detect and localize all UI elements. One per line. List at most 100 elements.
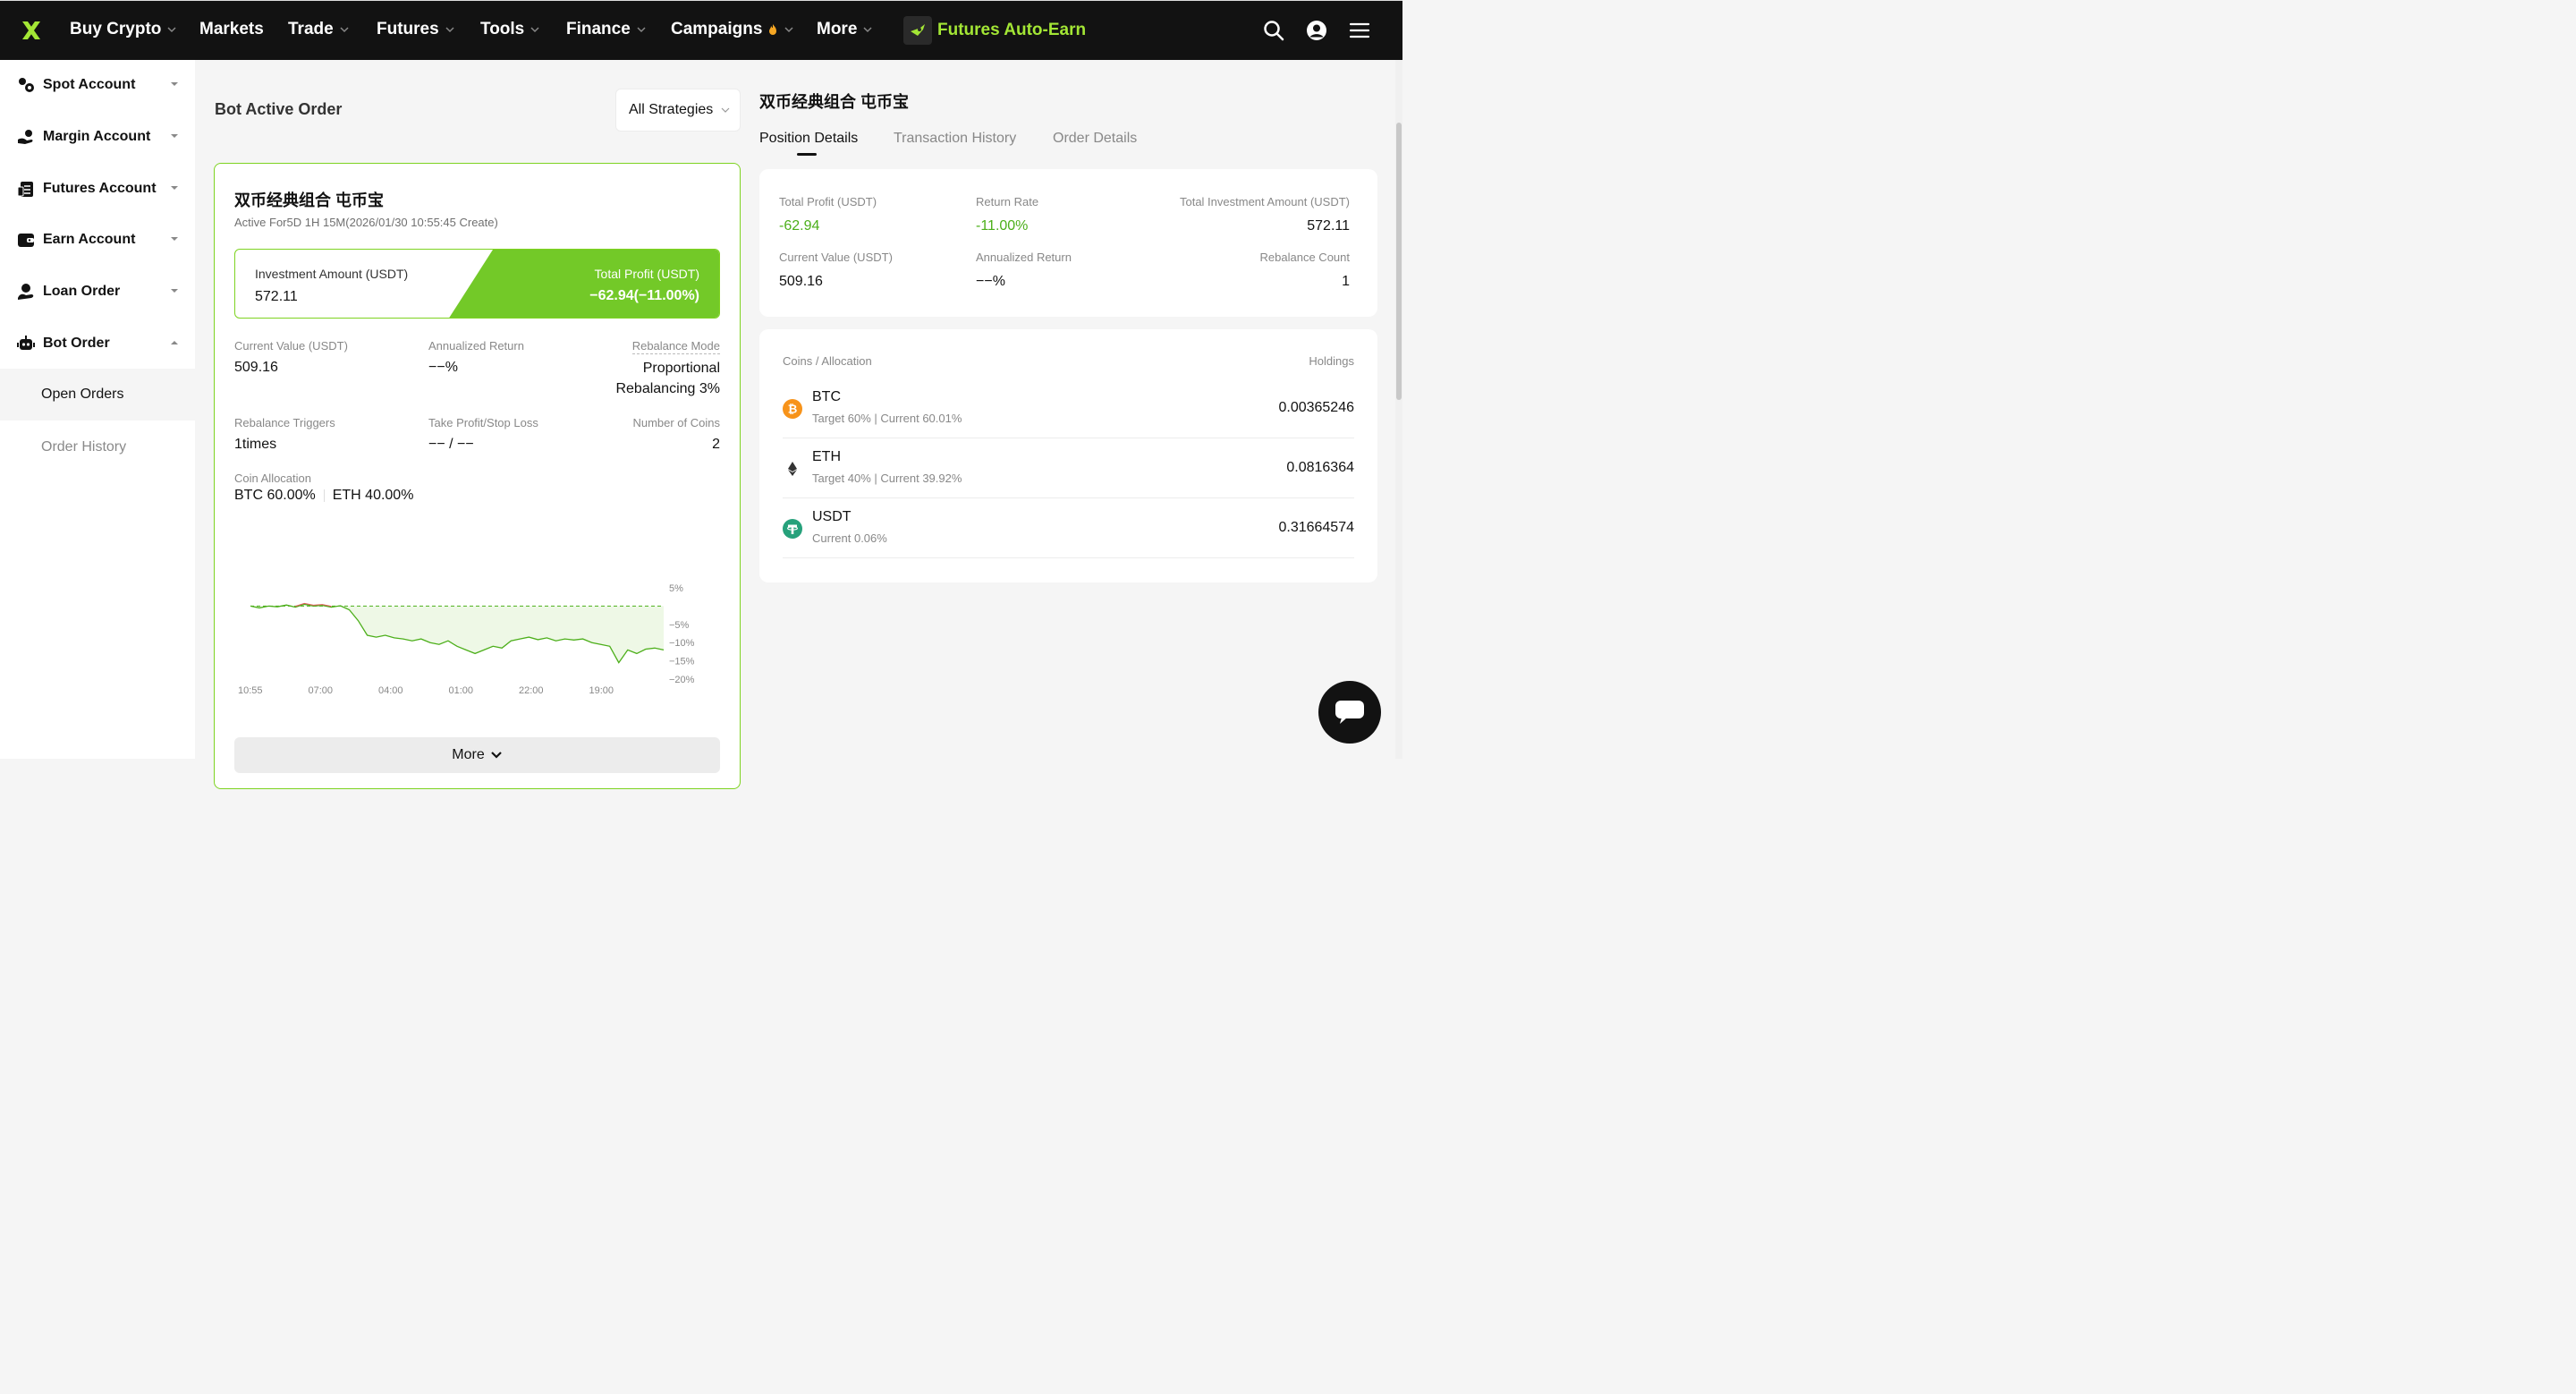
sidebar-item-margin-account[interactable]: Margin Account <box>16 123 179 150</box>
current-value: 509.16 <box>779 274 823 289</box>
coin-allocation-desc: Target 60% | Current 60.01% <box>812 412 962 425</box>
sidebar-item-label: Spot Account <box>43 77 136 92</box>
strategy-filter-select[interactable]: All Strategies <box>615 89 741 132</box>
usdt-icon <box>783 519 802 539</box>
sidebar-item-label: Earn Account <box>43 232 136 247</box>
more-button[interactable]: More <box>234 737 720 773</box>
sidebar-item-spot-account[interactable]: Spot Account <box>16 72 179 98</box>
search-icon[interactable] <box>1263 20 1284 41</box>
nav-label: Futures <box>377 20 439 38</box>
svg-text:₿: ₿ <box>788 404 798 417</box>
coins-allocation-header: Coins / Allocation <box>783 354 872 368</box>
nav-trade[interactable]: Trade <box>288 20 350 39</box>
logo-icon[interactable] <box>20 19 43 42</box>
nav-label: Tools <box>480 20 525 38</box>
sidebar-sub-open-orders[interactable]: Open Orders <box>0 369 195 421</box>
coin-allocation-desc: Target 40% | Current 39.92% <box>812 472 962 485</box>
tab-position-details[interactable]: Position Details <box>759 131 858 147</box>
caret-down-icon <box>171 82 178 86</box>
total-investment-label: Total Investment Amount (USDT) <box>1179 195 1350 208</box>
coin-row-btc: ₿ BTC Target 60% | Current 60.01% 0.0036… <box>783 378 1354 438</box>
current-value: 509.16 <box>234 360 278 375</box>
allocation-eth: ETH 40.00% <box>332 488 414 503</box>
chart-y-tick-label: −15% <box>669 657 695 667</box>
chevron-down-icon <box>445 27 454 33</box>
sidebar-item-bot-order[interactable]: Bot Order <box>16 330 179 357</box>
chart-area-fill <box>250 604 664 663</box>
current-value-label: Current Value (USDT) <box>779 251 893 264</box>
bot-icon <box>17 336 35 350</box>
nav-label: More <box>817 20 858 38</box>
investment-value: 572.11 <box>255 289 298 304</box>
holdings-header: Holdings <box>1309 354 1354 368</box>
menu-icon[interactable] <box>1349 20 1370 41</box>
tpsl-label: Take Profit/Stop Loss <box>428 416 538 429</box>
nav-tools[interactable]: Tools <box>480 20 540 39</box>
rebalance-mode-line1: Proportional <box>642 361 720 376</box>
annualized-return-value: −−% <box>976 274 1005 289</box>
card-subtitle: Active For5D 1H 15M(2026/01/30 10:55:45 … <box>234 216 498 229</box>
nav-futures[interactable]: Futures <box>377 20 455 39</box>
coin-allocation-label: Coin Allocation <box>234 472 311 485</box>
nav-label: Buy Crypto <box>70 20 162 38</box>
sidebar-sub-order-history[interactable]: Order History <box>0 421 195 473</box>
rebalance-mode-line2: Rebalancing 3% <box>615 381 720 396</box>
rebalance-mode-label-text: Rebalance Mode <box>631 339 720 354</box>
futures-auto-earn-link[interactable]: Futures Auto-Earn <box>903 16 1086 45</box>
sidebar-item-label: Loan Order <box>43 284 121 299</box>
btc-icon: ₿ <box>783 399 802 419</box>
chart-x-tick-label: 19:00 <box>589 685 614 696</box>
nav-markets[interactable]: Markets <box>199 20 264 39</box>
rebalance-triggers-value: 1times <box>234 437 277 452</box>
tab-order-details[interactable]: Order Details <box>1053 131 1137 147</box>
allocation-card: Coins / Allocation Holdings ₿ BTC Target… <box>759 329 1377 582</box>
tab-transaction-history[interactable]: Transaction History <box>894 131 1016 147</box>
coin-name: USDT <box>812 509 852 524</box>
tpsl-value: −− / −− <box>428 437 474 452</box>
scrollbar-thumb[interactable] <box>1396 123 1402 400</box>
nav-more[interactable]: More <box>817 20 873 39</box>
nav-finance[interactable]: Finance <box>566 20 647 39</box>
coin-allocation: BTC 60.00% ETH 40.00% <box>234 488 413 504</box>
caret-down-icon <box>171 237 178 241</box>
sidebar-item-futures-account[interactable]: Futures Account <box>16 175 179 202</box>
promo-label: Futures Auto-Earn <box>937 21 1087 39</box>
page-scrollbar[interactable] <box>1395 60 1402 759</box>
nav-campaigns[interactable]: Campaigns <box>671 20 794 39</box>
user-icon[interactable] <box>1306 20 1327 41</box>
bot-order-card[interactable]: 双币经典组合 屯币宝 Active For5D 1H 15M(2026/01/3… <box>214 163 741 789</box>
coin-row-eth: ETH Target 40% | Current 39.92% 0.081636… <box>783 438 1354 498</box>
nav-label: Trade <box>288 20 334 38</box>
chart-x-tick-label: 22:00 <box>519 685 544 696</box>
rebalance-mode-label[interactable]: Rebalance Mode <box>631 339 720 354</box>
sidebar-sub-label: Order History <box>41 439 127 455</box>
chat-icon <box>1335 701 1364 724</box>
profit-label: Total Profit (USDT) <box>594 267 699 281</box>
investment-profit-banner: Investment Amount (USDT) 572.11 Total Pr… <box>234 249 720 319</box>
earn-icon <box>18 234 34 247</box>
support-chat-button[interactable] <box>1318 681 1381 744</box>
nav-buy-crypto[interactable]: Buy Crypto <box>70 20 177 39</box>
caret-down-icon <box>171 134 178 138</box>
chevron-down-icon <box>340 27 349 33</box>
chart-y-tick-label: −20% <box>669 675 695 685</box>
sidebar-item-label: Futures Account <box>43 181 157 196</box>
coin-holding: 0.00365246 <box>1278 400 1354 415</box>
investment-label: Investment Amount (USDT) <box>255 267 409 281</box>
sidebar-item-loan-order[interactable]: Loan Order <box>16 278 179 305</box>
coin-allocation-desc: Current 0.06% <box>812 531 887 545</box>
sidebar-item-label: Margin Account <box>43 129 151 144</box>
rebalance-triggers-label: Rebalance Triggers <box>234 416 335 429</box>
card-title: 双币经典组合 屯币宝 <box>234 191 385 209</box>
current-value-label: Current Value (USDT) <box>234 339 348 353</box>
allocation-divider <box>323 489 325 502</box>
allocation-btc: BTC 60.00% <box>234 488 316 503</box>
page-title: Bot Active Order <box>215 100 343 118</box>
nav-label: Markets <box>199 20 264 38</box>
promo-thumbnail <box>903 16 932 45</box>
futures-icon <box>17 182 33 197</box>
sidebar-item-earn-account[interactable]: Earn Account <box>16 226 179 253</box>
chevron-down-icon <box>490 752 502 759</box>
profit-highlight-shape <box>449 250 719 318</box>
profit-value: −62.94(−11.00%) <box>589 288 699 303</box>
